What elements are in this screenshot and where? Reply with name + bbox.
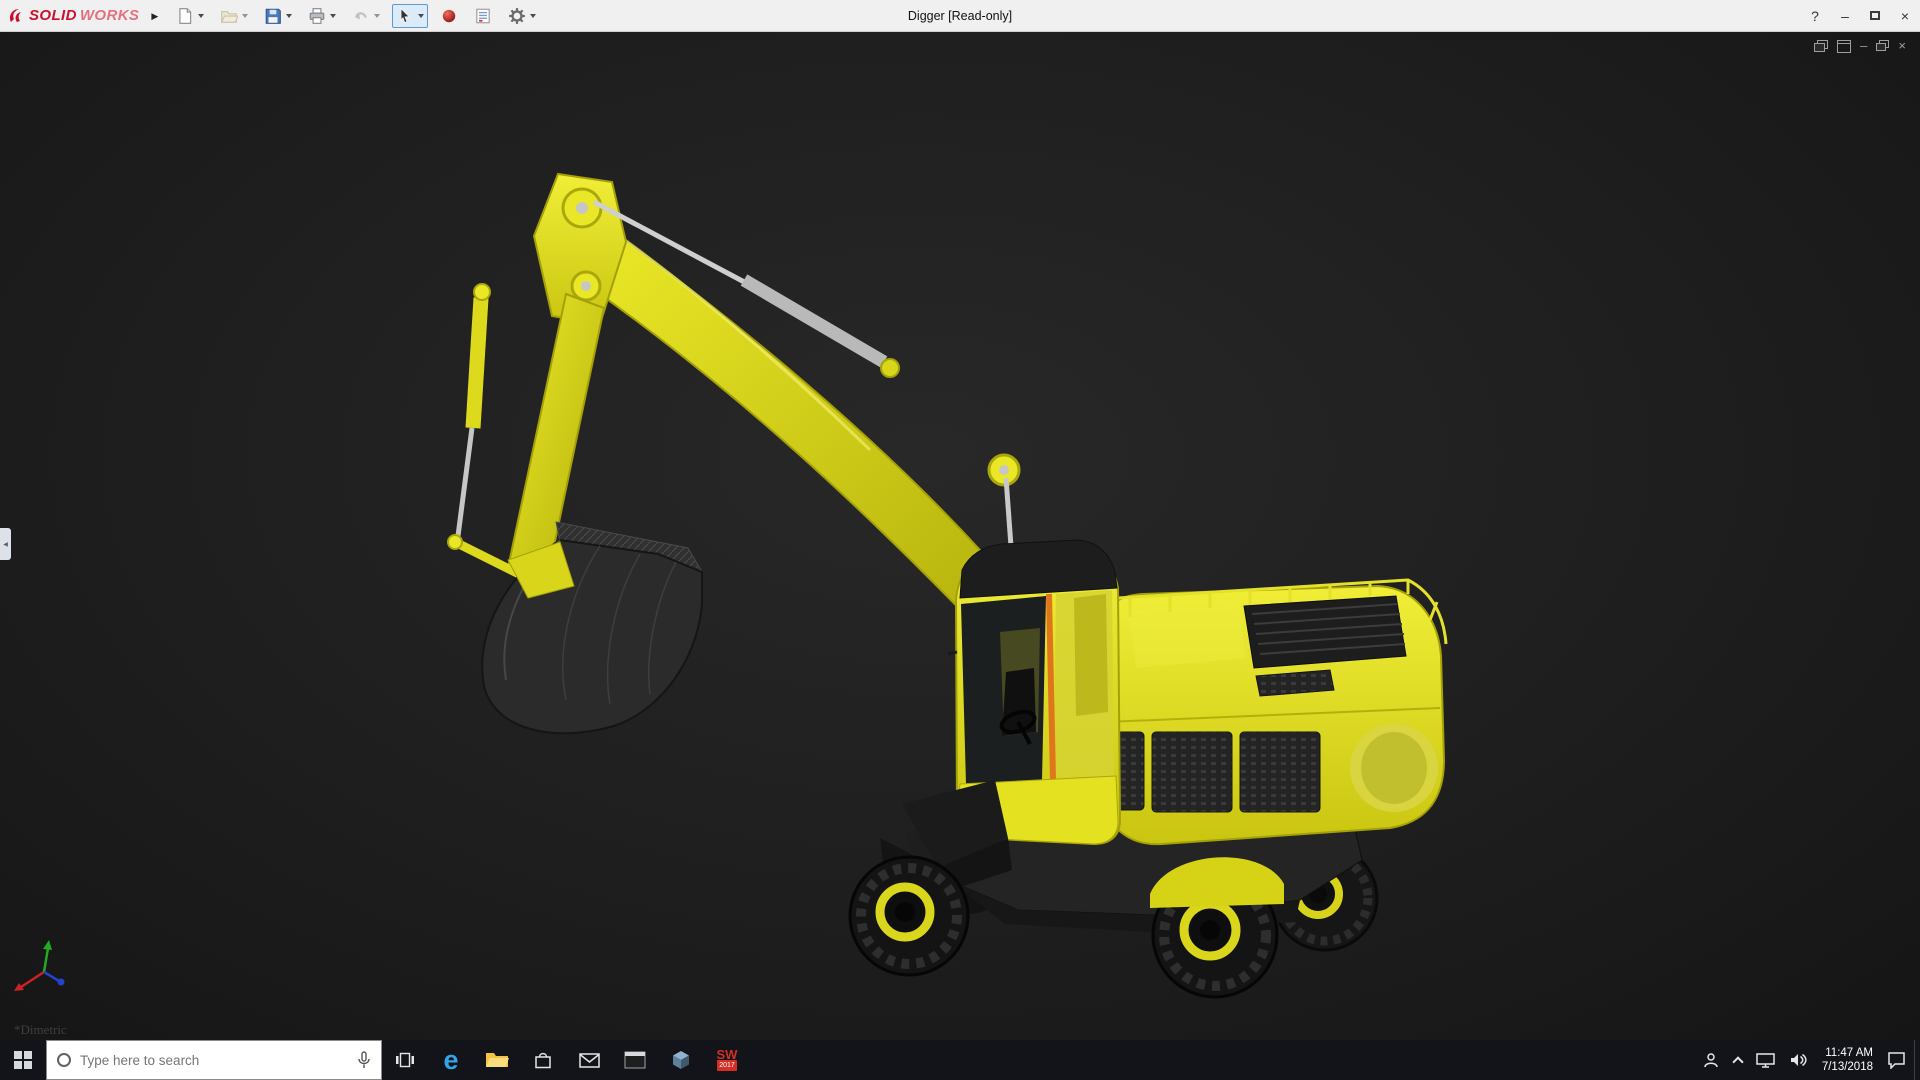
excavator-model[interactable] — [0, 32, 1920, 1040]
new-document-button[interactable] — [172, 4, 208, 28]
undo-icon — [352, 7, 370, 25]
task-view-icon — [395, 1050, 415, 1070]
macro-sphere-icon — [440, 7, 458, 25]
new-window-icon[interactable] — [1814, 40, 1828, 53]
file-explorer-icon — [485, 1050, 509, 1070]
help-button[interactable]: ? — [1800, 0, 1830, 31]
taskbar-empty-area — [750, 1040, 1702, 1080]
clock-date: 7/13/2018 — [1822, 1060, 1873, 1074]
menu-flyout-arrow[interactable]: ▶ — [143, 9, 168, 22]
options-button[interactable] — [504, 4, 540, 28]
options-gear-icon — [508, 7, 526, 25]
doc-restore-button[interactable] — [1876, 40, 1889, 52]
maximize-icon — [1870, 11, 1880, 20]
solidworks-app-button[interactable]: SW 2017 — [704, 1040, 750, 1080]
start-icon — [14, 1051, 32, 1069]
document-properties-icon — [474, 7, 492, 25]
brand-text-works: WORKS — [80, 7, 140, 24]
people-icon[interactable] — [1702, 1051, 1720, 1069]
microphone-icon[interactable] — [357, 1051, 371, 1069]
coordinate-triad-icon — [8, 936, 78, 1006]
start-button[interactable] — [0, 1040, 46, 1080]
network-icon[interactable] — [1756, 1052, 1775, 1068]
taskbar: e SW 2017 — [0, 1040, 1920, 1080]
tray-chevron-icon[interactable] — [1732, 1056, 1743, 1067]
solidworks-logo: SOLIDWORKS — [0, 7, 143, 24]
system-tray: 11:47 AM 7/13/2018 — [1702, 1040, 1914, 1080]
new-document-dropdown[interactable] — [198, 14, 204, 18]
app-window-icon — [624, 1051, 646, 1069]
doc-minimize-button[interactable]: – — [1860, 38, 1867, 54]
document-properties-button[interactable] — [470, 4, 496, 28]
volume-icon[interactable] — [1789, 1052, 1808, 1068]
mail-icon — [579, 1052, 600, 1069]
wheel-front-left — [850, 857, 968, 975]
store-button[interactable] — [520, 1040, 566, 1080]
panel-collapse-icon: ◀ — [3, 541, 8, 548]
cube-viewer-button[interactable] — [658, 1040, 704, 1080]
options-dropdown[interactable] — [530, 14, 536, 18]
app-window-button[interactable] — [612, 1040, 658, 1080]
solidworks-app-letters: SW — [717, 1049, 738, 1060]
feature-panel-collapse-tab[interactable]: ◀ — [0, 528, 11, 560]
open-dropdown[interactable] — [242, 14, 248, 18]
edge-browser-button[interactable]: e — [428, 1040, 474, 1080]
select-cursor-icon — [396, 7, 414, 25]
open-icon — [220, 7, 238, 25]
mail-button[interactable] — [566, 1040, 612, 1080]
maximize-button[interactable] — [1860, 0, 1890, 31]
tray-clock[interactable]: 11:47 AM 7/13/2018 — [1822, 1046, 1873, 1074]
doc-close-button[interactable]: × — [1898, 38, 1906, 54]
undo-dropdown[interactable] — [374, 14, 380, 18]
close-button[interactable]: × — [1890, 0, 1920, 31]
print-icon — [308, 7, 326, 25]
solidworks-app-icon: SW 2017 — [717, 1049, 738, 1071]
titlebar: SOLIDWORKS ▶ — [0, 0, 1920, 32]
edge-icon: e — [443, 1046, 458, 1074]
print-dropdown[interactable] — [330, 14, 336, 18]
open-button[interactable] — [216, 4, 252, 28]
graphics-viewport[interactable]: – × ◀ *Dimetric — [0, 32, 1920, 1040]
action-center-icon[interactable] — [1887, 1051, 1906, 1069]
undo-button[interactable] — [348, 4, 384, 28]
task-view-button[interactable] — [382, 1040, 428, 1080]
store-icon — [533, 1050, 553, 1070]
save-icon — [264, 7, 282, 25]
save-dropdown[interactable] — [286, 14, 292, 18]
save-button[interactable] — [260, 4, 296, 28]
brand-swoosh-icon — [8, 8, 26, 24]
cortana-circle-icon — [57, 1053, 71, 1067]
select-tool-button[interactable] — [392, 4, 428, 28]
minimize-button[interactable]: – — [1830, 0, 1860, 31]
cube-viewer-icon — [671, 1050, 691, 1070]
search-input[interactable] — [80, 1053, 348, 1068]
show-desktop-button[interactable] — [1914, 1040, 1920, 1080]
document-title: Digger [Read-only] — [908, 0, 1012, 32]
engine-housing — [1086, 580, 1446, 844]
print-button[interactable] — [304, 4, 340, 28]
select-tool-dropdown[interactable] — [418, 14, 424, 18]
brand-text-solid: SOLID — [29, 7, 77, 24]
clock-time: 11:47 AM — [1825, 1046, 1873, 1060]
document-window-controls: – × — [1814, 38, 1906, 54]
taskbar-search[interactable] — [46, 1040, 382, 1080]
macro-sphere-button[interactable] — [436, 4, 462, 28]
cascade-window-icon[interactable] — [1837, 40, 1851, 53]
new-document-icon — [176, 7, 194, 25]
view-orientation-label: *Dimetric — [14, 1022, 67, 1038]
solidworks-app-year: 2017 — [717, 1060, 737, 1071]
file-explorer-button[interactable] — [474, 1040, 520, 1080]
